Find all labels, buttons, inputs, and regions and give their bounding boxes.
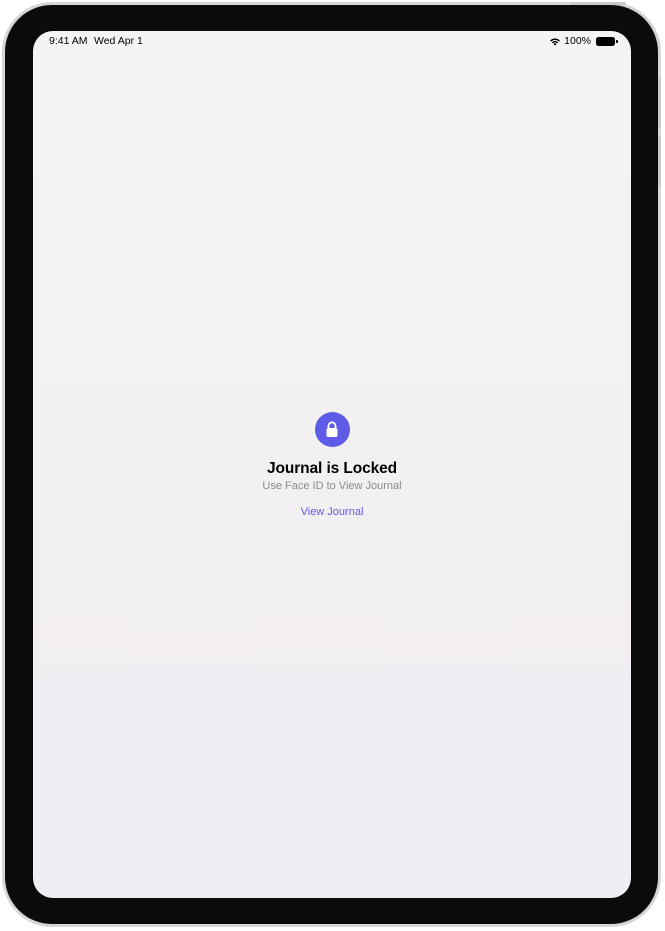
status-date: Wed Apr 1 [94, 35, 143, 47]
screen: 9:41 AM Wed Apr 1 100% Journal is Locked… [33, 31, 631, 898]
page-title: Journal is Locked [266, 460, 398, 477]
lock-icon [314, 412, 350, 447]
battery-percentage: 100% [564, 35, 591, 47]
battery-icon [596, 36, 618, 46]
lock-subtitle: Use Face ID to View Journal [262, 480, 402, 492]
status-indicators: 100% [549, 35, 618, 47]
status-bar: 9:41 AM Wed Apr 1 100% [33, 31, 631, 51]
wifi-icon [549, 37, 561, 46]
status-time: 9:41 AM [49, 35, 88, 47]
locked-content: Journal is Locked Use Face ID to View Jo… [33, 412, 631, 518]
view-journal-button[interactable]: View Journal [301, 506, 364, 518]
